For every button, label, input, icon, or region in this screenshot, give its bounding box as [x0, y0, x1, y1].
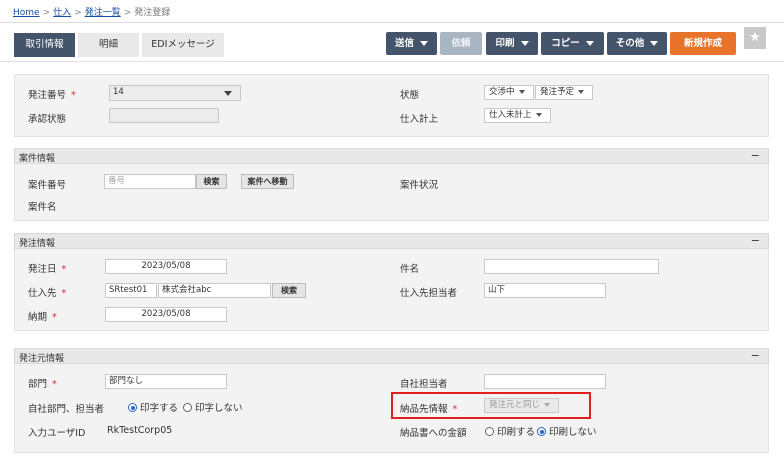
order-summary-panel — [14, 74, 769, 137]
chevron-down-icon — [535, 112, 542, 117]
supplier-code-input[interactable]: SRtest01 — [105, 283, 157, 298]
company-rep-input[interactable] — [484, 374, 606, 389]
supplier-contact-input[interactable]: 山下 — [484, 283, 606, 298]
purchase-posting-label: 仕入計上 — [400, 114, 439, 125]
origin-info-header[interactable]: 発注元情報 − — [14, 348, 769, 364]
collapse-icon[interactable]: − — [751, 234, 760, 247]
radio-selected-icon[interactable] — [537, 427, 546, 436]
approval-status-label: 承認状態 — [28, 114, 67, 125]
order-no-label: 発注番号 * — [28, 90, 76, 101]
supplier-contact-label: 仕入先担当者 — [400, 288, 458, 299]
request-button[interactable]: 依頼 — [440, 32, 482, 55]
send-button[interactable]: 送信 — [386, 32, 437, 55]
new-create-button[interactable]: 新規作成 — [670, 32, 736, 55]
input-user-value: RkTestCorp05 — [107, 425, 173, 436]
project-no-label: 案件番号 — [28, 180, 67, 191]
breadcrumb-order-list-link[interactable]: 発注一覧 — [85, 8, 121, 18]
collapse-icon[interactable]: − — [751, 149, 760, 162]
amount-radio-print[interactable]: 印刷する — [485, 424, 535, 438]
chevron-down-icon — [585, 41, 594, 46]
supplier-search-button[interactable]: 検索 — [272, 283, 306, 298]
other-button[interactable]: その他 — [607, 32, 667, 55]
project-info-panel — [14, 164, 769, 221]
project-status-label: 案件状況 — [400, 180, 439, 191]
approval-status-field — [109, 108, 219, 123]
divider — [0, 22, 784, 23]
breadcrumb-home-link[interactable]: Home — [13, 8, 40, 18]
supplier-name-input[interactable]: 株式会社abc — [158, 283, 271, 298]
chevron-down-icon — [224, 91, 232, 96]
favorite-star-icon[interactable]: ★ — [744, 27, 766, 49]
order-no-select[interactable]: 14 — [109, 85, 241, 101]
print-dept-radio-yes[interactable]: 印字する — [128, 400, 178, 414]
breadcrumb-current: 発注登録 — [134, 8, 171, 18]
project-info-header[interactable]: 案件情報 − — [14, 148, 769, 164]
highlight-box — [391, 392, 591, 419]
status-select-2[interactable]: 発注予定 — [535, 85, 593, 100]
divider — [0, 61, 784, 62]
copy-button[interactable]: コピー — [541, 32, 604, 55]
breadcrumb: Home > 仕入 > 発注一覧 > 発注登録 — [13, 8, 171, 18]
order-date-label: 発注日 * — [28, 264, 67, 275]
breadcrumb-purchase-link[interactable]: 仕入 — [53, 8, 71, 18]
order-info-header[interactable]: 発注情報 − — [14, 233, 769, 249]
chevron-down-icon — [518, 89, 525, 94]
chevron-down-icon — [420, 41, 428, 46]
deadline-input[interactable]: 2023/05/08 — [105, 307, 227, 322]
input-user-label: 入力ユーザID — [28, 428, 86, 439]
tab-details[interactable]: 明細 — [78, 33, 139, 57]
supplier-label: 仕入先 * — [28, 288, 67, 299]
project-no-input[interactable]: 番号 — [104, 174, 196, 189]
collapse-icon[interactable]: − — [751, 349, 760, 362]
project-search-button[interactable]: 検索 — [196, 174, 227, 189]
order-date-input[interactable]: 2023/05/08 — [105, 259, 227, 274]
radio-icon[interactable] — [485, 427, 494, 436]
print-dept-label: 自社部門、担当者 — [28, 404, 105, 415]
subject-input[interactable] — [484, 259, 659, 274]
department-input[interactable]: 部門なし — [105, 374, 227, 389]
deadline-label: 納期 * — [28, 312, 57, 323]
tab-trade-info[interactable]: 取引情報 — [14, 33, 75, 57]
print-dept-radio-no[interactable]: 印字しない — [183, 400, 243, 414]
move-to-project-button[interactable]: 案件へ移動 — [241, 174, 294, 189]
status-select-1[interactable]: 交渉中 — [484, 85, 534, 100]
status-label: 状態 — [400, 90, 420, 101]
chevron-down-icon — [520, 41, 529, 46]
print-button[interactable]: 印刷 — [486, 32, 538, 55]
amount-radio-noprint[interactable]: 印刷しない — [537, 424, 597, 438]
department-label: 部門 * — [28, 379, 57, 390]
amount-label: 納品書への金額 — [400, 428, 467, 439]
subject-label: 件名 — [400, 264, 420, 275]
radio-selected-icon[interactable] — [128, 403, 137, 412]
company-rep-label: 自社担当者 — [400, 379, 448, 390]
purchase-posting-select[interactable]: 仕入未計上 — [484, 108, 551, 123]
chevron-down-icon — [650, 41, 659, 46]
tab-edi-message[interactable]: EDIメッセージ — [142, 33, 224, 57]
chevron-down-icon — [578, 89, 585, 94]
project-name-label: 案件名 — [28, 202, 57, 213]
radio-icon[interactable] — [183, 403, 192, 412]
